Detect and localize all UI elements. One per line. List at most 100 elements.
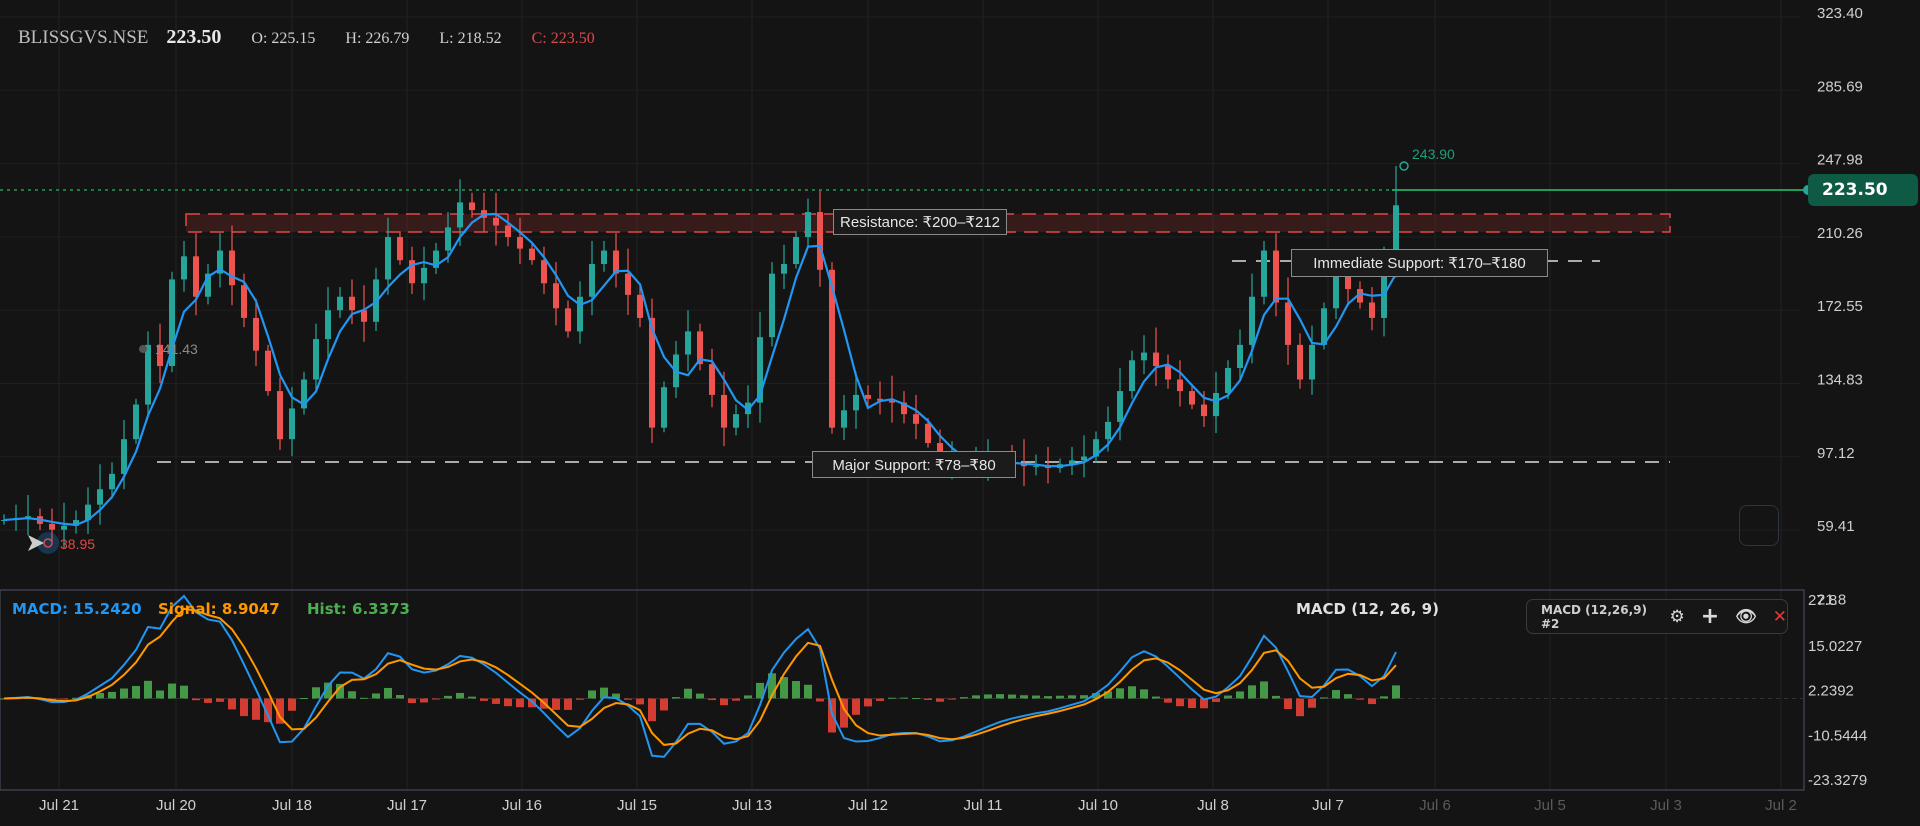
x-tick-label: Jul 12: [848, 797, 888, 814]
macd-histogram-bar: [1188, 698, 1196, 709]
macd-histogram-bar: [1368, 698, 1376, 705]
chart-canvas[interactable]: 323.40 285.69 247.98 210.26 172.55 134.83 97.1…: [0, 0, 1920, 826]
macd-histogram-bar: [384, 687, 392, 699]
x-tick-label: Jul 20: [156, 797, 196, 814]
macd-title: MACD (12, 26, 9): [1296, 600, 1439, 618]
macd-histogram-bar: [744, 695, 752, 699]
candle-body: [1033, 466, 1039, 468]
macd-histogram-bar: [876, 698, 884, 701]
candle-body: [469, 202, 475, 211]
x-tick-label: Jul 10: [1078, 797, 1118, 814]
candle-body: [661, 387, 667, 428]
macd-histogram-bar: [60, 698, 68, 700]
candle-body: [709, 364, 715, 395]
macd-histogram-bar: [1212, 698, 1220, 702]
macd-histogram-bar: [1056, 695, 1064, 699]
macd-histogram-bar: [948, 698, 956, 700]
macd-histogram-bar: [1392, 685, 1400, 699]
x-tick-label: Jul 15: [617, 797, 657, 814]
macd-tick-label: 2.2392: [1808, 683, 1854, 700]
candle-body: [865, 394, 871, 399]
candle-body: [385, 237, 391, 280]
candle-body: [493, 217, 499, 226]
macd-histogram-bar: [1344, 694, 1352, 699]
candle-body: [421, 267, 427, 284]
candle-body: [721, 394, 727, 428]
mid-marker-label: 141.43: [155, 341, 198, 357]
macd-histogram-bar: [960, 697, 968, 699]
candle-body: [853, 394, 859, 411]
macd-histogram-bar: [120, 688, 128, 699]
macd-histogram-bar: [288, 698, 296, 711]
resistance-label[interactable]: Resistance: ₹200–₹212: [833, 209, 1007, 235]
candle-body: [817, 212, 823, 270]
macd-histogram-bar: [1116, 688, 1124, 699]
macd-histogram-bar: [1128, 686, 1136, 699]
candle-body: [181, 256, 187, 280]
macd-histogram-bar: [816, 698, 824, 702]
immediate-support-label[interactable]: Immediate Support: ₹170–₹180: [1291, 249, 1548, 277]
scroll-to-latest-button[interactable]: [1739, 505, 1779, 546]
close-icon[interactable]: ✕: [1773, 607, 1787, 627]
chart-root: 323.40 285.69 247.98 210.26 172.55 134.83 97.1…: [0, 0, 1920, 826]
price-tick-label: 323.40: [1817, 5, 1863, 22]
macd-histogram-bar: [1380, 696, 1388, 699]
macd-tick-label: -10.5444: [1808, 727, 1867, 744]
macd-histogram-bar: [252, 698, 260, 720]
macd-histogram-bar: [420, 698, 428, 703]
candle-body: [1273, 250, 1279, 303]
candle-body: [133, 404, 139, 440]
macd-histogram-bar: [660, 698, 668, 711]
candle-body: [1237, 344, 1243, 368]
eye-icon[interactable]: 👁: [1735, 607, 1757, 627]
macd-histogram-bar: [1236, 691, 1244, 699]
macd-histogram-bar: [1296, 698, 1304, 717]
candle-body: [541, 260, 547, 284]
candle-body: [1177, 379, 1183, 392]
macd-histogram-bar: [1140, 689, 1148, 699]
macd-histogram-bar: [972, 695, 980, 699]
macd-histogram-bar: [588, 690, 596, 699]
candle-body: [97, 489, 103, 505]
macd-histogram-bar: [480, 698, 488, 701]
x-tick-label: Jul 6: [1419, 797, 1451, 814]
macd-histogram-bar: [1332, 690, 1340, 699]
candle-body: [841, 410, 847, 428]
low-marker-label: 38.95: [60, 536, 96, 552]
hist-value: Hist: 6.3373: [307, 600, 410, 618]
macd-histogram-bar: [1308, 698, 1316, 708]
major-support-label[interactable]: Major Support: ₹78–₹80: [812, 451, 1016, 478]
macd-histogram-bar: [636, 698, 644, 705]
macd-histogram-bar: [672, 697, 680, 699]
candle-body: [277, 391, 283, 440]
gear-icon[interactable]: ⚙: [1669, 607, 1684, 627]
candle-body: [265, 350, 271, 392]
macd-tick-label: -23.3279: [1808, 772, 1867, 789]
x-tick-label: Jul 18: [272, 797, 312, 814]
x-tick-label: Jul 7: [1312, 797, 1344, 814]
candle-body: [1165, 366, 1171, 380]
macd-histogram-bar: [300, 698, 308, 700]
macd-histogram-bar: [144, 680, 152, 699]
candle-body: [61, 525, 67, 530]
price-tick-label: 210.26: [1817, 225, 1863, 242]
mid-marker: [139, 345, 147, 353]
macd-value: MACD: 15.2420: [12, 600, 142, 618]
macd-histogram-bar: [156, 690, 164, 699]
macd-histogram-bar: [732, 698, 740, 701]
candle-body: [1249, 296, 1255, 345]
price-tick-label: 134.83: [1817, 372, 1863, 389]
close-value: C: 223.50: [531, 30, 595, 47]
macd-histogram-bar: [1008, 694, 1016, 699]
macd-histogram-bar: [624, 698, 632, 700]
candle-body: [241, 285, 247, 318]
plus-icon[interactable]: +: [1701, 604, 1719, 629]
macd-histogram-bar: [1032, 695, 1040, 699]
candle-body: [733, 414, 739, 428]
macd-histogram-bar: [900, 697, 908, 699]
candle-body: [1261, 250, 1267, 297]
candle-body: [1309, 344, 1315, 380]
candle-body: [109, 473, 115, 490]
candle-body: [121, 439, 127, 474]
candle-body: [793, 237, 799, 265]
